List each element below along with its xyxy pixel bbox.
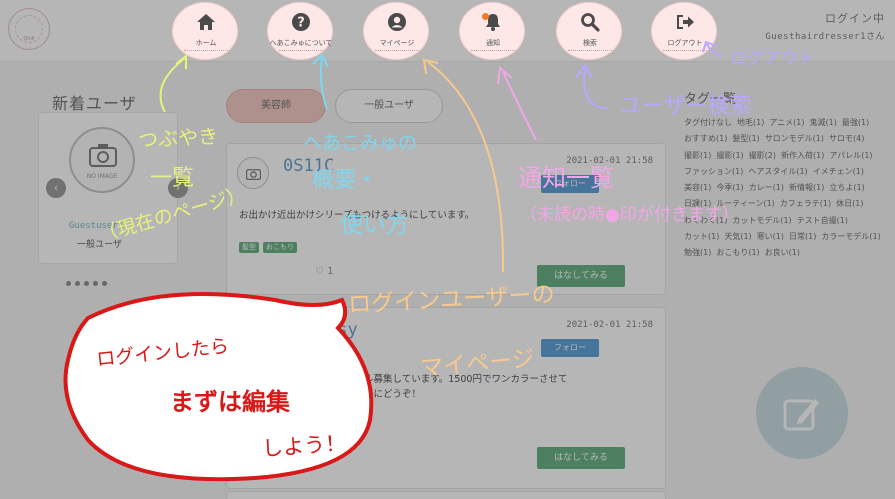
- tag-link[interactable]: 撮影(2): [749, 151, 776, 160]
- nav-search-label: 検索: [583, 39, 597, 47]
- annotation-search: ユーザー検索: [620, 94, 752, 119]
- tag-link[interactable]: おこもり(1): [716, 248, 759, 257]
- tab-general-user[interactable]: 一般ユーザ: [335, 89, 443, 123]
- nav-underline: [184, 50, 228, 51]
- nav-logout-label: ログアウト: [667, 39, 703, 47]
- tag-link[interactable]: ヘアスタイル(1): [748, 167, 807, 176]
- logout-icon: [677, 15, 694, 29]
- tag-link[interactable]: カレー(1): [749, 183, 784, 192]
- tag-link[interactable]: ファッション(1): [684, 167, 743, 176]
- tag-link[interactable]: 寒い(1): [757, 232, 784, 241]
- bubble-line-2: まずは編集: [170, 388, 290, 416]
- nav-underline: [279, 50, 323, 51]
- like-count: 1: [327, 266, 334, 277]
- nav-search[interactable]: 検索: [556, 2, 622, 60]
- annotation-home-2: 一覧: [150, 166, 195, 191]
- nav-notification-label: 通知: [486, 39, 500, 47]
- post-card: ysy 2021-02-01 21:58 フォロー モデル募集しています。150…: [226, 307, 666, 489]
- tag-link[interactable]: アパレル(1): [829, 151, 872, 160]
- annotation-notify-2: （未読の時●印が付きます）: [520, 205, 739, 225]
- talk-button[interactable]: はなしてみる: [537, 447, 625, 469]
- nav-home[interactable]: ホーム: [172, 2, 238, 60]
- annotation-logout: ログアウト: [730, 49, 815, 69]
- user-icon: [388, 13, 406, 31]
- tag-link[interactable]: サロモ(4): [829, 134, 864, 143]
- home-icon: [197, 14, 215, 30]
- tag-link[interactable]: アニメ(1): [769, 118, 804, 127]
- tag-link[interactable]: カフェラテ(1): [780, 199, 831, 208]
- tag-link[interactable]: 新作入荷(1): [781, 151, 824, 160]
- post-date: 2021-02-01 21:58: [566, 320, 653, 330]
- user-avatar-placeholder: NO IMAGE: [69, 127, 135, 193]
- tag-link[interactable]: 今季(1): [716, 183, 743, 192]
- annotation-notify-1: 通知一覧: [518, 164, 614, 192]
- tag-list: タグ付けなし 地毛(1) アニメ(1) 鬼滅(1) 最強(1)おすすめ(1) 髪型(1) サ…: [684, 115, 889, 262]
- tag-link[interactable]: イメチェン(1): [813, 167, 864, 176]
- tab-hairdresser[interactable]: 美容師: [226, 89, 326, 123]
- camera-icon: [246, 169, 261, 180]
- tag-link[interactable]: 髪型(1): [732, 134, 759, 143]
- nav-underline: [663, 50, 707, 51]
- like-button[interactable]: ♡ 1: [315, 266, 334, 277]
- carousel-dots[interactable]: [66, 271, 111, 290]
- tag-link[interactable]: 日常(1): [789, 232, 816, 241]
- question-icon: ?: [292, 13, 310, 31]
- post-card: [226, 491, 666, 499]
- tag-link[interactable]: カラーモデル(1): [821, 232, 880, 241]
- tag-link[interactable]: 新情報(1): [789, 183, 824, 192]
- post-user-name[interactable]: ysy: [327, 320, 358, 340]
- tag-link[interactable]: 撮影(1): [716, 151, 743, 160]
- tag-link[interactable]: 最強(1): [842, 118, 869, 127]
- nav-mypage-label: マイページ: [379, 39, 415, 47]
- post-text-line: お気軽にどうぞ！: [345, 389, 422, 400]
- heart-icon: ♡: [315, 266, 324, 277]
- nav-about-label: へあこみゅについて: [269, 39, 333, 47]
- tag-link[interactable]: 美容(1): [684, 183, 711, 192]
- svg-text:?: ?: [297, 16, 305, 31]
- tag-link[interactable]: 勉強(1): [684, 248, 711, 257]
- follow-button[interactable]: フォロー: [541, 339, 599, 357]
- carousel-prev-button[interactable]: ‹: [46, 178, 66, 198]
- annotation-about-2: 概要・: [312, 168, 379, 193]
- edit-icon: [783, 399, 819, 431]
- annotation-about-1: へあこみゅの: [303, 132, 418, 154]
- bubble-line-1: ログインしたら: [95, 335, 230, 371]
- nav-underline: [568, 50, 612, 51]
- post-text-line: モデル募集しています。1500円でワンカラーさせて: [345, 374, 568, 385]
- tag-link[interactable]: お良い(1): [765, 248, 800, 257]
- bubble-line-3: しよう！: [261, 431, 347, 461]
- new-post-button[interactable]: [756, 367, 848, 459]
- nav-underline: [471, 50, 515, 51]
- annotation-home-1: つぶやき: [137, 123, 219, 153]
- nav-notification[interactable]: 通知: [459, 2, 525, 60]
- nav-mypage[interactable]: マイページ: [363, 2, 429, 60]
- post-tag[interactable]: 髪型: [239, 242, 259, 253]
- tag-link[interactable]: 鬼滅(1): [810, 118, 837, 127]
- tag-link[interactable]: カット(1): [684, 232, 719, 241]
- nav-home-label: ホーム: [195, 39, 217, 47]
- tag-link[interactable]: 天気(1): [724, 232, 751, 241]
- tag-link[interactable]: サロンモデル(1): [765, 134, 824, 143]
- tag-link[interactable]: 撮影(1): [684, 151, 711, 160]
- post-tag[interactable]: おこもり: [263, 242, 297, 253]
- nav-underline: [375, 50, 419, 51]
- unread-dot: [482, 13, 489, 20]
- camera-icon: [89, 144, 117, 167]
- search-icon: [581, 13, 600, 32]
- tag-link[interactable]: おすすめ(1): [684, 134, 727, 143]
- new-users-title: 新着ユーザ: [52, 94, 137, 113]
- tag-link[interactable]: 休日(1): [836, 199, 863, 208]
- annotation-about-3: 使い方: [340, 212, 409, 238]
- tag-link[interactable]: カットモデル(1): [732, 216, 791, 225]
- no-image-text: NO IMAGE: [86, 173, 118, 180]
- nav-logout[interactable]: ログアウト: [651, 2, 717, 60]
- nav-about[interactable]: ? へあこみゅについて: [267, 2, 333, 60]
- tag-link[interactable]: 立ちよ(1): [829, 183, 864, 192]
- post-text: モデル募集しています。1500円でワンカラーさせて お気軽にどうぞ！: [345, 372, 745, 402]
- tag-link[interactable]: テスト自撮(1): [797, 216, 848, 225]
